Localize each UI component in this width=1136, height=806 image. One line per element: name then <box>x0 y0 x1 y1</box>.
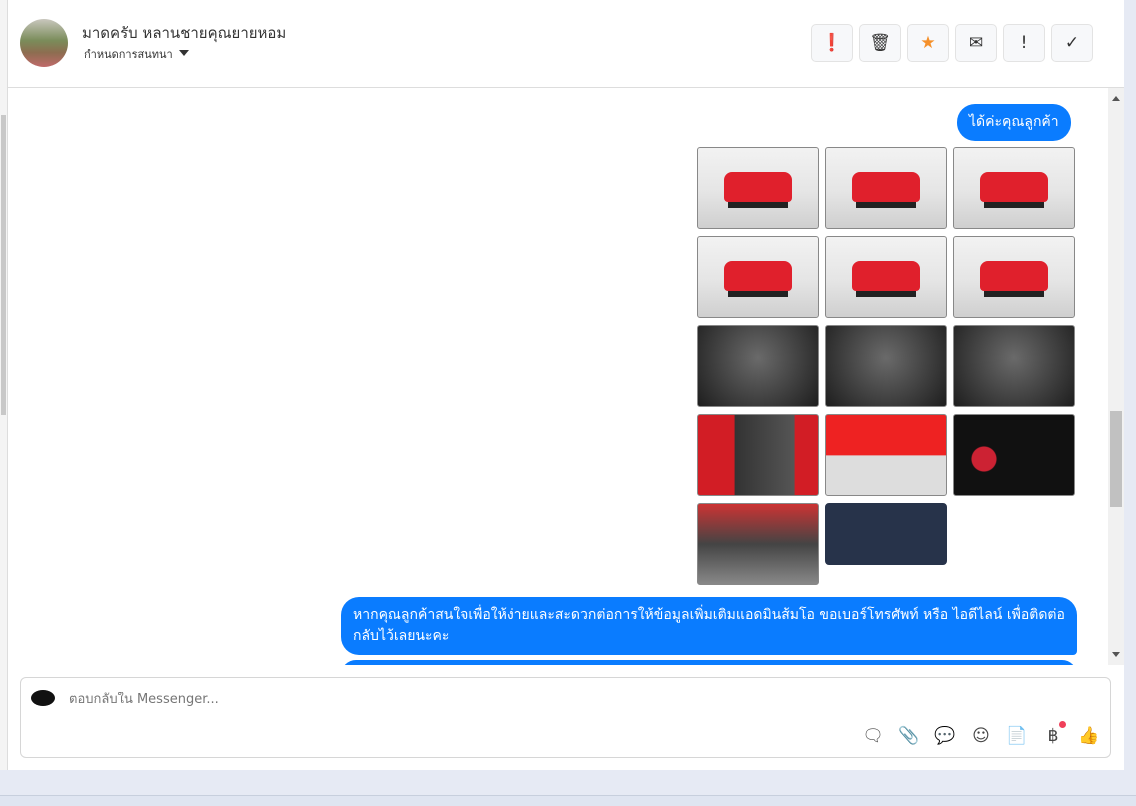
gallery-image[interactable] <box>825 503 947 565</box>
scroll-thumb[interactable] <box>1 115 6 415</box>
taskbar <box>0 795 1136 806</box>
gallery-image[interactable] <box>697 503 819 585</box>
trash-button[interactable]: 🗑 <box>859 24 901 62</box>
subtitle: กำหนดการสนทนา <box>84 48 173 61</box>
star-icon: ★ <box>920 33 936 53</box>
gallery-image[interactable] <box>825 325 947 407</box>
message-bubble: ได้ค่ะคุณลูกค้า <box>957 104 1071 141</box>
chat-icon[interactable]: 💬 <box>934 725 956 747</box>
check-icon: ✓ <box>1064 33 1080 53</box>
conversation-panel: มาดครับ หลานชายคุณยายหอม กำหนดการสนทนา ❗… <box>8 0 1124 770</box>
gallery-image[interactable] <box>953 325 1075 407</box>
baht-icon[interactable]: ฿ <box>1042 721 1066 747</box>
gallery-image[interactable] <box>953 147 1075 229</box>
document-icon-glyph: 📄 <box>1006 726 1028 746</box>
composer-tools: 🗨 📎 💬 ☺ 📄 ฿ 👍 <box>862 721 1100 747</box>
message-bubble-partial <box>341 660 1077 665</box>
conversation-settings-dropdown[interactable]: กำหนดการสนทนา <box>84 45 189 63</box>
attachment-icon[interactable]: 📎 <box>898 725 920 747</box>
trash-icon: 🗑 <box>869 33 891 53</box>
alert-circle-icon: ❗ <box>821 33 843 53</box>
gallery-image[interactable] <box>825 236 947 318</box>
avatar[interactable] <box>20 19 68 67</box>
reply-composer: 🗨 📎 💬 ☺ 📄 ฿ 👍 <box>20 677 1111 758</box>
gallery-image[interactable] <box>825 147 947 229</box>
chat-icon-glyph: 💬 <box>934 726 956 746</box>
message-bubble: หากคุณลูกค้าสนใจเพื่อให้ง่ายและสะดวกต่อก… <box>341 597 1077 655</box>
exclamation-button[interactable]: ! <box>1003 24 1045 62</box>
emoji-icon-glyph: ☺ <box>972 726 990 746</box>
gallery-image[interactable] <box>697 236 819 318</box>
star-button[interactable]: ★ <box>907 24 949 62</box>
contact-name: มาดครับ หลานชายคุณยายหอม <box>82 24 287 42</box>
conversation-header: มาดครับ หลานชายคุณยายหอม กำหนดการสนทนา ❗… <box>8 0 1124 88</box>
gallery-image[interactable] <box>953 236 1075 318</box>
like-icon-glyph: 👍 <box>1078 726 1100 746</box>
emoji-icon[interactable]: ☺ <box>970 725 992 747</box>
baht-icon-glyph: ฿ <box>1047 726 1059 746</box>
scroll-thumb[interactable] <box>1110 411 1122 507</box>
gallery-image[interactable] <box>825 414 947 496</box>
gallery-image[interactable] <box>953 414 1075 496</box>
gallery-image[interactable] <box>697 147 819 229</box>
mail-icon: ✉ <box>968 33 984 53</box>
saved-reply-icon[interactable]: 🗨 <box>862 725 884 747</box>
scroll-up-icon[interactable] <box>1112 92 1120 101</box>
document-icon[interactable]: 📄 <box>1006 725 1028 747</box>
image-gallery <box>697 147 1075 585</box>
like-icon[interactable]: 👍 <box>1078 725 1100 747</box>
action-toolbar: ❗ 🗑 ★ ✉! ✓ <box>811 24 1093 62</box>
caret-down-icon <box>178 50 189 61</box>
left-scrollbar[interactable] <box>0 0 8 770</box>
message-list: ได้ค่ะคุณลูกค้า หากคุณลูกค้าสนใจเพื่อให้… <box>8 88 1108 665</box>
reply-input[interactable] <box>69 692 969 707</box>
mail-button[interactable]: ✉ <box>955 24 997 62</box>
saved-reply-icon-glyph: 🗨 <box>862 726 884 746</box>
check-button[interactable]: ✓ <box>1051 24 1093 62</box>
alert-circle-button[interactable]: ❗ <box>811 24 853 62</box>
notification-dot <box>1059 721 1066 728</box>
attachment-icon-glyph: 📎 <box>898 726 920 746</box>
gallery-image[interactable] <box>697 325 819 407</box>
page-avatar <box>31 690 55 706</box>
exclamation-icon: ! <box>1020 33 1028 53</box>
scroll-down-icon[interactable] <box>1112 652 1120 661</box>
gallery-image[interactable] <box>697 414 819 496</box>
chat-scrollbar[interactable] <box>1108 88 1124 665</box>
